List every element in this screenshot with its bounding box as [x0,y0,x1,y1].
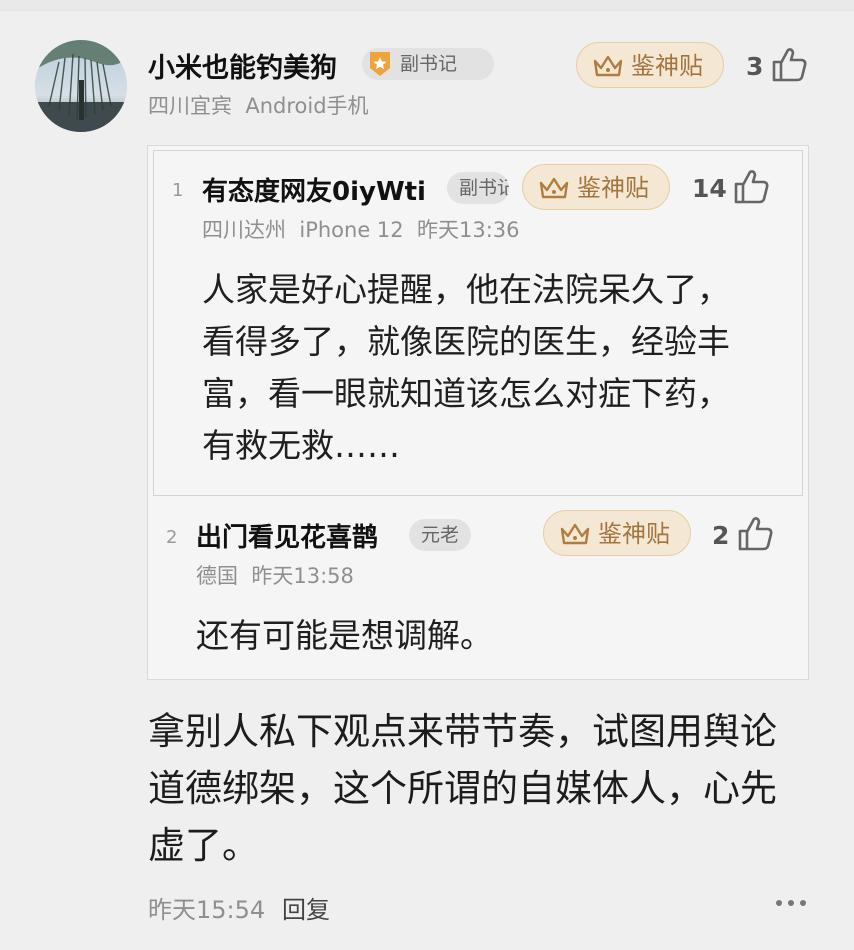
reply-god-post-label: 鉴神贴 [598,520,670,548]
like-count: 3 [746,52,764,81]
avatar[interactable] [35,40,127,132]
reply-rank-badge-label: 副书记 [459,177,509,199]
reply-time: 昨天13:58 [251,564,354,588]
reply-button[interactable]: 回复 [282,890,330,925]
medal-icon [370,52,390,76]
reply-author-name[interactable]: 有态度网友0iyWti [202,171,426,208]
god-post-button[interactable]: 鉴神贴 [576,42,724,88]
rank-badge: 副书记 [362,48,494,80]
reply-index: 2 [166,527,178,548]
thumbs-up-icon[interactable] [770,45,810,85]
author-device: Android手机 [245,94,369,118]
reply-location: 德国 [196,564,238,588]
reply-time: 昨天13:36 [417,218,520,242]
reply-like-count: 14 [692,174,727,203]
reply-god-post-label: 鉴神贴 [577,174,649,202]
author-location: 四川宜宾 [148,94,232,118]
reply-rank-badge: 副书记 [447,172,509,204]
rank-badge-label: 副书记 [400,53,458,75]
reply-meta: 四川达州 iPhone 12 昨天13:36 [202,214,520,244]
reply-rank-badge: 元老 [409,519,471,551]
reply-index: 1 [172,180,184,201]
reply-god-post-button[interactable]: 鉴神贴 [543,510,691,556]
avatar-image [35,40,127,132]
author-meta: 四川宜宾 Android手机 [148,90,369,120]
top-divider [0,0,854,11]
reply-text: 人家是好心提醒，他在法院呆久了，看得多了，就像医院的医生，经验丰富，看一眼就知道… [202,270,730,465]
reply-text: 还有可能是想调解。 [196,616,493,655]
reply-meta: 德国 昨天13:58 [196,560,354,590]
god-post-label: 鉴神贴 [631,52,703,80]
reply-location: 四川达州 [202,218,286,242]
thumbs-up-icon[interactable] [732,167,772,207]
crown-icon [539,177,569,199]
comment-time: 昨天15:54 [148,896,266,924]
crown-icon [593,55,623,77]
thumbs-up-icon[interactable] [736,514,776,554]
more-dots-icon[interactable] [773,896,809,910]
reply-device: iPhone 12 [299,218,404,242]
reply-author-name[interactable]: 出门看见花喜鹊 [196,517,378,554]
reply-god-post-button[interactable]: 鉴神贴 [522,164,670,210]
crown-icon [560,523,590,545]
reply-rank-badge-label: 元老 [421,524,460,546]
comment-text: 拿别人私下观点来带节奏，试图用舆论道德绑架，这个所谓的自媒体人，心先虚了。 [148,710,777,867]
reply-like-count: 2 [712,521,730,550]
author-name[interactable]: 小米也能钓美狗 [148,46,337,85]
